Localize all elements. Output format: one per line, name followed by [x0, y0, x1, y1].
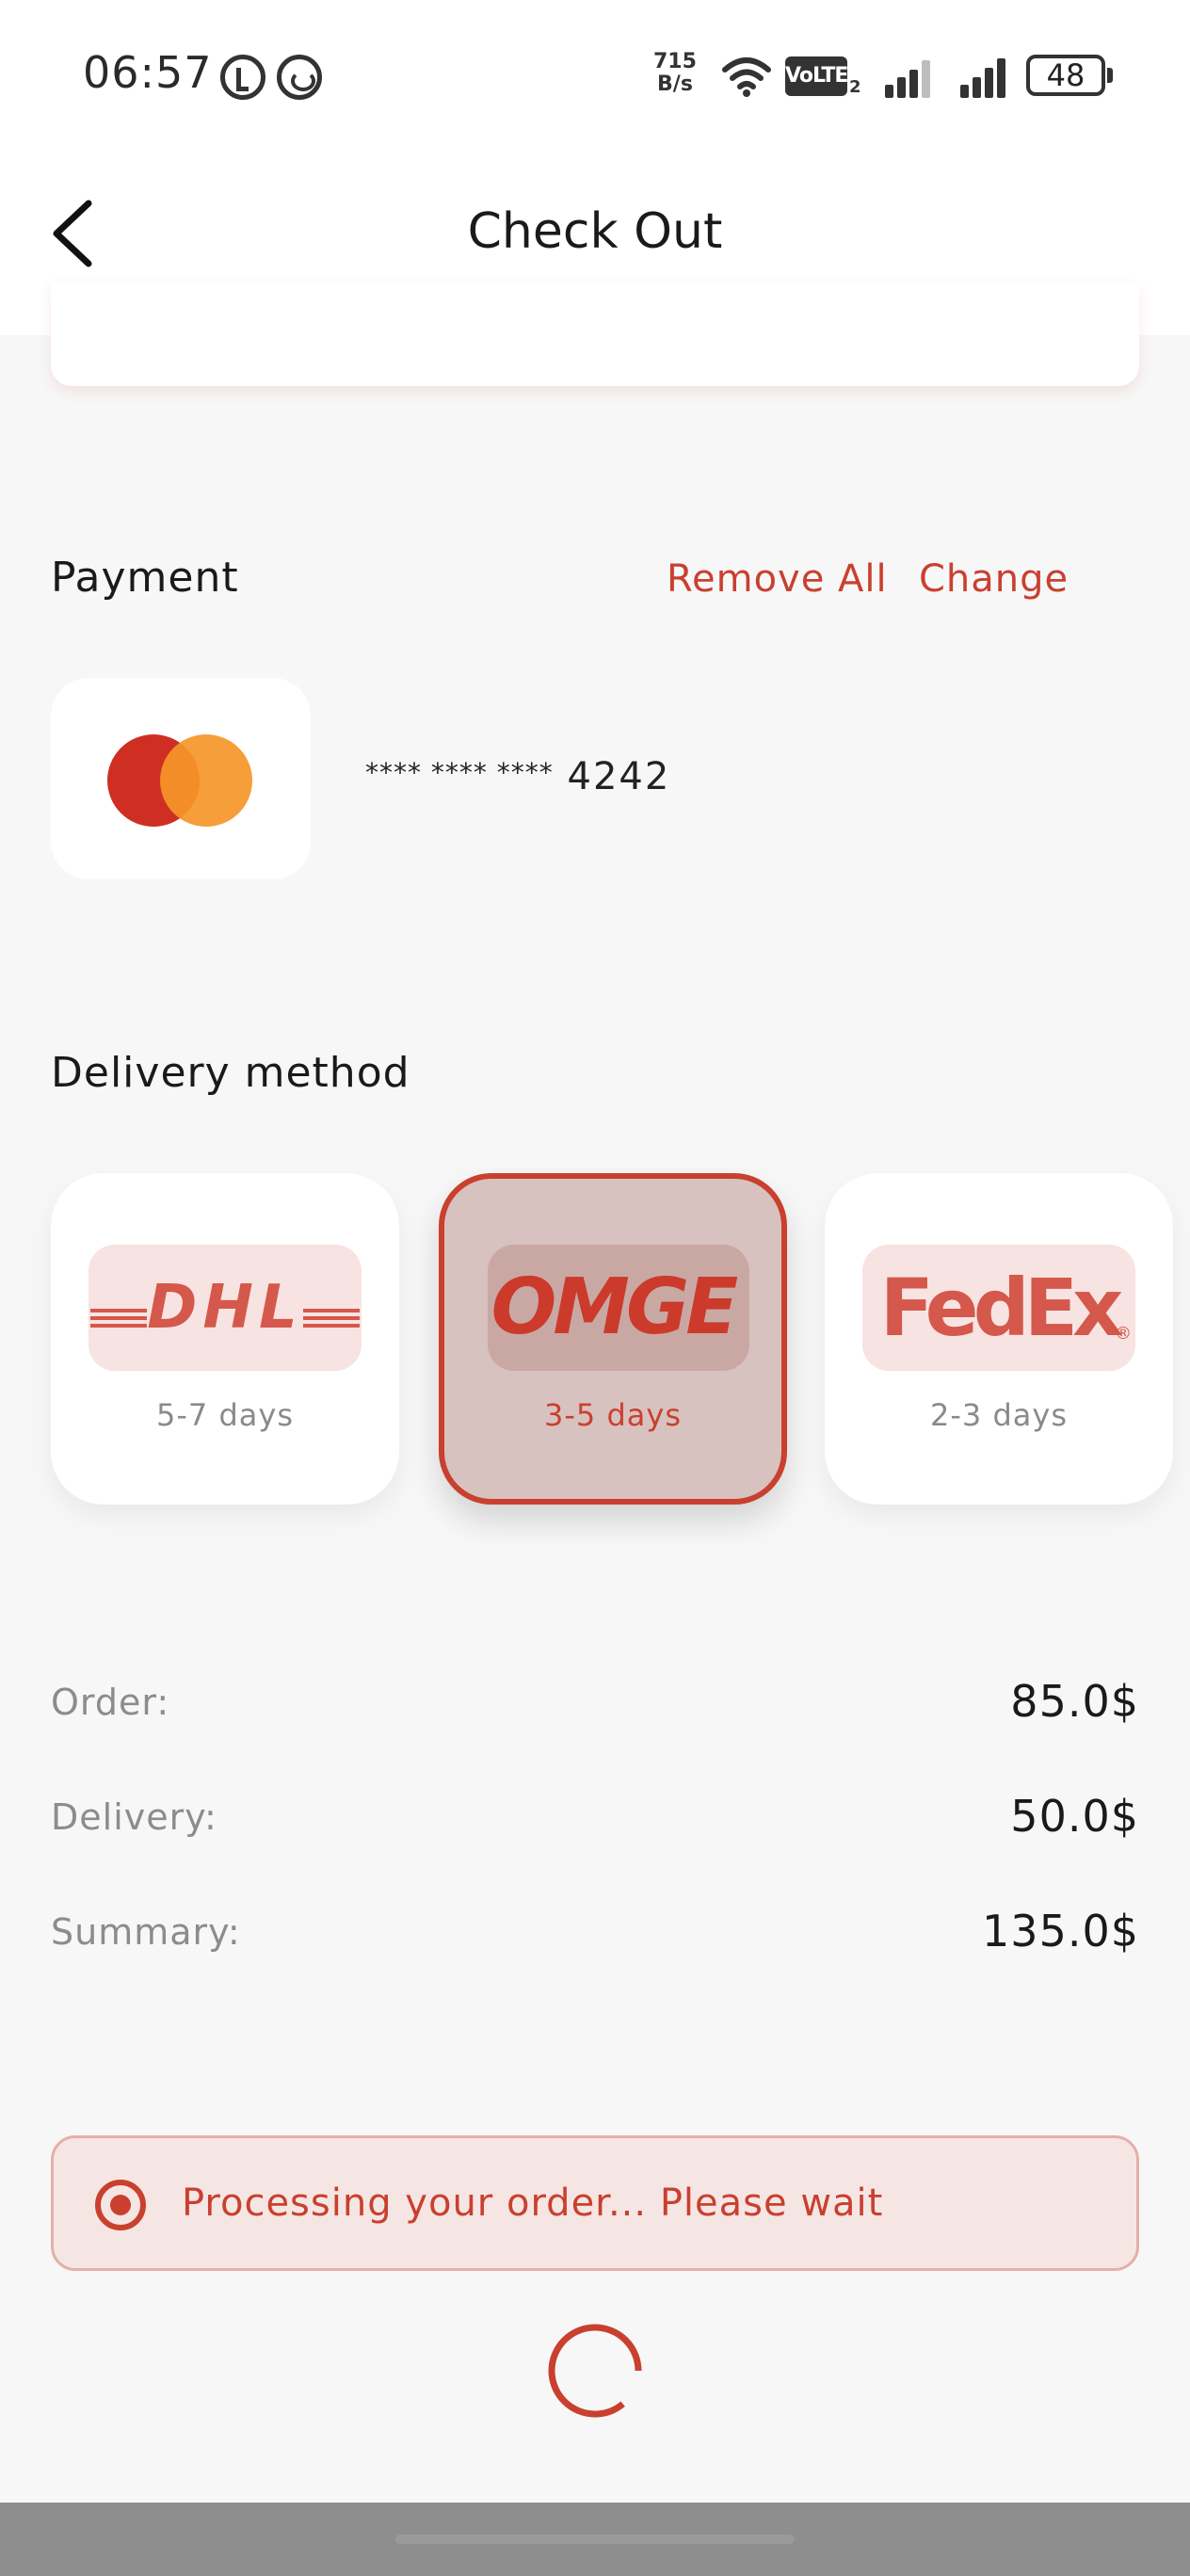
app-notification-icon: [220, 55, 265, 100]
page-title: Check Out: [467, 203, 723, 260]
change-payment-button[interactable]: Change: [919, 557, 1069, 601]
order-value: 85.0$: [1010, 1676, 1139, 1727]
delivery-days-fedex: 2-3 days: [930, 1397, 1068, 1433]
dhl-logo-text: DHL: [147, 1273, 303, 1343]
loading-spinner-icon: [548, 2324, 642, 2418]
network-speed: 715 B/s: [653, 51, 697, 96]
system-navigation-bar: [0, 2503, 1190, 2576]
whatsapp-icon: [277, 55, 322, 100]
signal-icon: [960, 56, 1013, 98]
mastercard-orange-circle: [160, 734, 252, 827]
address-card[interactable]: [51, 282, 1139, 386]
network-speed-value: 715: [653, 50, 697, 73]
fedex-logo-text: FedEx: [879, 1262, 1124, 1354]
delivery-option-omge[interactable]: OMGE 3-5 days: [439, 1173, 787, 1505]
radio-dot-icon: [95, 2180, 146, 2230]
card-number-mask: **** **** ****: [365, 757, 554, 788]
card-last4: 4242: [567, 755, 671, 798]
volte-badge: VoLTE: [785, 56, 848, 96]
processing-message: Processing your order... Please wait: [182, 2182, 884, 2225]
card-number: **** **** **** 4242: [365, 755, 670, 798]
delivery-days-dhl: 5-7 days: [156, 1397, 294, 1433]
delivery-days-omge: 3-5 days: [544, 1397, 682, 1433]
fedex-logo: FedEx ®: [862, 1245, 1135, 1371]
delivery-method-title: Delivery method: [51, 1049, 410, 1097]
summary-value: 135.0$: [982, 1906, 1139, 1956]
wifi-icon: [722, 57, 771, 97]
dhl-logo: DHL: [88, 1245, 362, 1371]
battery-icon: 48: [1026, 55, 1113, 96]
delivery-option-dhl[interactable]: DHL 5-7 days: [51, 1173, 399, 1505]
processing-banner: Processing your order... Please wait: [51, 2135, 1139, 2271]
registered-mark: ®: [1115, 1324, 1132, 1344]
mastercard-logo: [51, 678, 311, 879]
status-bar: 06:57 715 B/s VoLTE 2 48: [0, 0, 1190, 151]
volte-sim-number: 2: [849, 77, 861, 97]
payment-title: Payment: [51, 554, 239, 602]
signal-icon: [885, 56, 938, 98]
delivery-value: 50.0$: [1010, 1791, 1139, 1842]
remove-all-button[interactable]: Remove All: [667, 557, 888, 601]
status-time: 06:57: [83, 47, 213, 98]
network-speed-unit: B/s: [657, 72, 693, 96]
summary-label: Summary:: [51, 1911, 241, 1953]
delivery-label: Delivery:: [51, 1796, 217, 1838]
omge-logo-text: OMGE: [490, 1263, 739, 1352]
delivery-option-fedex[interactable]: FedEx ® 2-3 days: [825, 1173, 1173, 1505]
home-indicator[interactable]: [395, 2535, 795, 2544]
order-label: Order:: [51, 1682, 170, 1723]
